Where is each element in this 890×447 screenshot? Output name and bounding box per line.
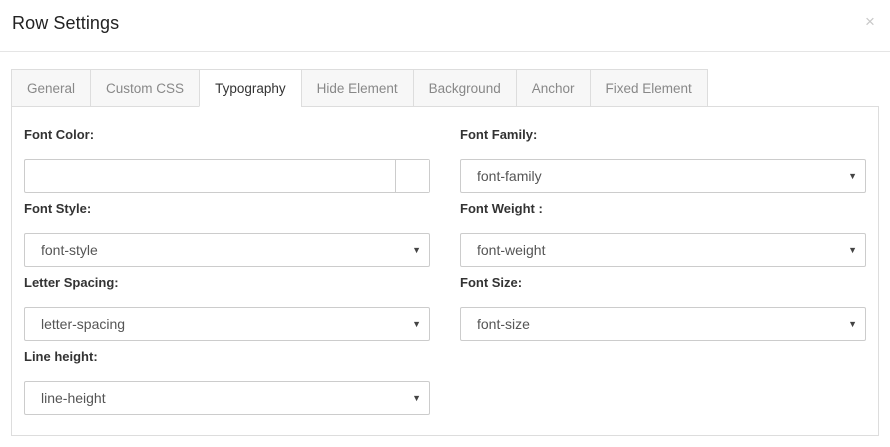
font-family-field: Font Family: font-family ▼ — [460, 126, 866, 193]
font-weight-select[interactable]: font-weight ▼ — [460, 233, 866, 267]
font-weight-value: font-weight — [477, 242, 546, 258]
font-color-label: Font Color: — [24, 127, 95, 142]
dialog-title: Row Settings — [12, 13, 120, 33]
font-weight-field: Font Weight : font-weight ▼ — [460, 200, 866, 267]
letter-spacing-label: Letter Spacing: — [24, 275, 119, 290]
line-height-select[interactable]: line-height ▼ — [24, 381, 430, 415]
font-color-control — [24, 159, 430, 193]
font-size-label: Font Size: — [460, 275, 523, 290]
line-height-field: Line height: line-height ▼ — [24, 348, 430, 415]
chevron-down-icon: ▼ — [412, 245, 421, 255]
tab-typography[interactable]: Typography — [199, 69, 301, 107]
close-icon[interactable]: × — [862, 13, 878, 30]
letter-spacing-value: letter-spacing — [41, 316, 126, 332]
line-height-value: line-height — [41, 390, 106, 406]
font-size-value: font-size — [477, 316, 530, 332]
font-color-input[interactable] — [25, 160, 396, 192]
font-size-select[interactable]: font-size ▼ — [460, 307, 866, 341]
font-style-label: Font Style: — [24, 201, 92, 216]
letter-spacing-select[interactable]: letter-spacing ▼ — [24, 307, 430, 341]
font-family-value: font-family — [477, 168, 542, 184]
chevron-down-icon: ▼ — [848, 171, 857, 181]
row-settings-dialog: Row Settings × General Custom CSS Typogr… — [0, 0, 890, 447]
font-color-field: Font Color: — [24, 126, 430, 193]
tab-background[interactable]: Background — [412, 69, 516, 107]
font-family-select[interactable]: font-family ▼ — [460, 159, 866, 193]
settings-tabs: General Custom CSS Typography Hide Eleme… — [11, 69, 708, 107]
typography-panel: Font Color: Font Family: font-family ▼ F… — [11, 106, 879, 436]
font-style-value: font-style — [41, 242, 98, 258]
font-style-field: Font Style: font-style ▼ — [24, 200, 430, 267]
tab-general[interactable]: General — [11, 69, 91, 107]
chevron-down-icon: ▼ — [412, 319, 421, 329]
line-height-label: Line height: — [24, 349, 98, 364]
letter-spacing-field: Letter Spacing: letter-spacing ▼ — [24, 274, 430, 341]
chevron-down-icon: ▼ — [848, 319, 857, 329]
tab-fixed-element[interactable]: Fixed Element — [589, 69, 708, 107]
tab-anchor[interactable]: Anchor — [515, 69, 590, 107]
tab-hide-element[interactable]: Hide Element — [300, 69, 413, 107]
font-style-select[interactable]: font-style ▼ — [24, 233, 430, 267]
dialog-header: Row Settings × — [0, 0, 890, 52]
color-picker-swatch[interactable] — [395, 160, 429, 192]
chevron-down-icon: ▼ — [412, 393, 421, 403]
font-size-field: Font Size: font-size ▼ — [460, 274, 866, 341]
tab-custom-css[interactable]: Custom CSS — [90, 69, 200, 107]
chevron-down-icon: ▼ — [848, 245, 857, 255]
font-weight-label: Font Weight : — [460, 201, 543, 216]
font-family-label: Font Family: — [460, 127, 538, 142]
